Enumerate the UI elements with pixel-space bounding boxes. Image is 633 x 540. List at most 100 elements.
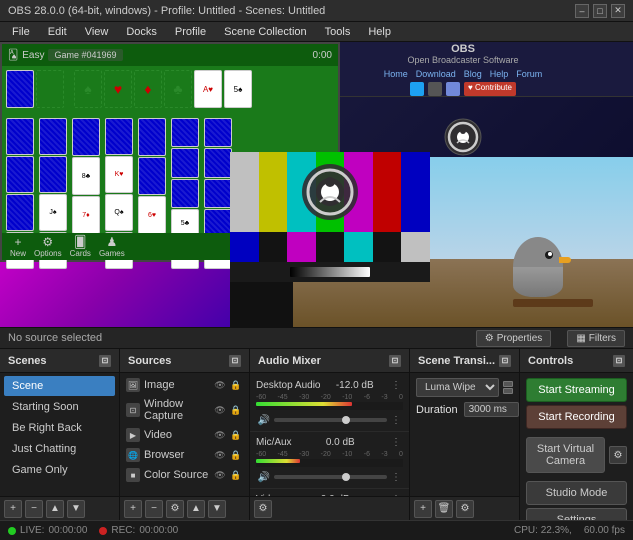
top-card-2[interactable]: 5♠ <box>224 70 252 108</box>
menu-item-docks[interactable]: Docks <box>118 24 165 40</box>
foundation-1[interactable]: ♠ <box>74 70 102 108</box>
sol-new-btn[interactable]: +New <box>10 235 26 258</box>
audio-track: Desktop Audio -12.0 dB ⋮ -60-45-30-20-10… <box>250 375 409 432</box>
source-lock-toggle[interactable]: 🔒 <box>229 428 243 442</box>
source-visibility-toggle[interactable]: 👁 <box>213 428 227 442</box>
start-virtual-camera-button[interactable]: Start Virtual Camera <box>526 437 605 473</box>
virtual-camera-settings-icon[interactable]: ⚙ <box>609 446 627 464</box>
remove-transition-button[interactable]: 🗑 <box>435 500 453 518</box>
source-lock-toggle[interactable]: 🔒 <box>229 378 243 392</box>
obs-nav-forum[interactable]: Forum <box>516 69 542 79</box>
source-item[interactable]: ▶ Video 👁 🔒 <box>120 425 249 445</box>
menu-item-view[interactable]: View <box>77 24 117 40</box>
audio-volume-slider[interactable] <box>274 475 387 479</box>
controls-panel: Controls ⊡ Start Streaming Start Recordi… <box>520 349 633 520</box>
add-scene-button[interactable]: + <box>4 500 22 518</box>
remove-scene-button[interactable]: − <box>25 500 43 518</box>
waste-pile[interactable] <box>36 70 64 108</box>
source-visibility-toggle[interactable]: 👁 <box>213 403 227 417</box>
foundation-4[interactable]: ♣ <box>164 70 192 108</box>
source-item[interactable]: 🌐 Browser 👁 🔒 <box>120 445 249 465</box>
add-source-button[interactable]: + <box>124 500 142 518</box>
menu-item-edit[interactable]: Edit <box>40 24 75 40</box>
settings-button[interactable]: Settings <box>526 508 627 520</box>
source-item[interactable]: ⊡ Window Capture 👁 🔒 <box>120 395 249 425</box>
audio-expand-icon[interactable]: ⊡ <box>389 355 401 367</box>
source-lock-toggle[interactable]: 🔒 <box>229 403 243 417</box>
live-label: LIVE: <box>20 525 44 536</box>
start-recording-button[interactable]: Start Recording <box>526 405 627 429</box>
menu-item-tools[interactable]: Tools <box>317 24 359 40</box>
transitions-expand-icon[interactable]: ⊡ <box>499 355 511 367</box>
transition-settings-button[interactable]: ⚙ <box>456 500 474 518</box>
move-scene-up-button[interactable]: ▲ <box>46 500 64 518</box>
stock-pile[interactable] <box>6 70 34 108</box>
start-streaming-button[interactable]: Start Streaming <box>526 378 627 402</box>
scene-item[interactable]: Just Chatting <box>4 439 115 459</box>
discord-icon <box>446 82 460 96</box>
move-source-down-button[interactable]: ▼ <box>208 500 226 518</box>
audio-mute-button[interactable]: 🔊 <box>256 469 272 485</box>
live-indicator: LIVE: 00:00:00 <box>8 525 87 536</box>
audio-track-menu[interactable]: ⋮ <box>389 378 403 392</box>
source-item[interactable]: 🖼 Image 👁 🔒 <box>120 375 249 395</box>
transition-select[interactable]: Luma Wipe Cut Fade Slide <box>416 378 499 397</box>
controls-expand-icon[interactable]: ⊡ <box>613 355 625 367</box>
minimize-button[interactable]: – <box>575 4 589 18</box>
obs-nav-blog[interactable]: Blog <box>464 69 482 79</box>
scene-item[interactable]: Starting Soon <box>4 397 115 417</box>
obs-nav-help[interactable]: Help <box>490 69 509 79</box>
add-transition-button[interactable]: + <box>414 500 432 518</box>
menu-item-profile[interactable]: Profile <box>167 24 214 40</box>
trans-down-arrow[interactable] <box>503 388 513 394</box>
audio-extra-menu[interactable]: ⋮ <box>389 413 403 427</box>
obs-nav-home[interactable]: Home <box>384 69 408 79</box>
sol-games-btn[interactable]: ♟Games <box>99 235 125 258</box>
contribute-btn[interactable]: ♥ Contribute <box>464 82 516 96</box>
duration-input[interactable] <box>464 402 519 417</box>
filters-button[interactable]: ▦ Filters <box>567 330 625 347</box>
remove-source-button[interactable]: − <box>145 500 163 518</box>
live-dot <box>8 527 16 535</box>
source-settings-button[interactable]: ⚙ <box>166 500 184 518</box>
audio-extra-menu[interactable]: ⋮ <box>389 470 403 484</box>
audio-mute-button[interactable]: 🔊 <box>256 412 272 428</box>
scene-item[interactable]: Be Right Back <box>4 418 115 438</box>
audio-volume-slider[interactable] <box>274 418 387 422</box>
move-scene-down-button[interactable]: ▼ <box>67 500 85 518</box>
audio-track: Video 0.0 dB ⋮ -60-45-30-20-10-6-30 🔊 ⋮ <box>250 489 409 496</box>
properties-button[interactable]: ⚙ Properties <box>476 330 552 347</box>
source-lock-toggle[interactable]: 🔒 <box>229 448 243 462</box>
close-button[interactable]: ✕ <box>611 4 625 18</box>
sol-options-btn[interactable]: ⚙Options <box>34 235 62 258</box>
sol-cards-btn[interactable]: 🂠Cards <box>70 235 91 258</box>
source-lock-toggle[interactable]: 🔒 <box>229 468 243 482</box>
maximize-button[interactable]: □ <box>593 4 607 18</box>
source-visibility-toggle[interactable]: 👁 <box>213 448 227 462</box>
studio-mode-button[interactable]: Studio Mode <box>526 481 627 505</box>
move-source-up-button[interactable]: ▲ <box>187 500 205 518</box>
foundation-3[interactable]: ♦ <box>134 70 162 108</box>
audio-panel: Audio Mixer ⊡ Desktop Audio -12.0 dB ⋮ -… <box>250 349 410 520</box>
menu-item-file[interactable]: File <box>4 24 38 40</box>
source-visibility-toggle[interactable]: 👁 <box>213 378 227 392</box>
source-visibility-toggle[interactable]: 👁 <box>213 468 227 482</box>
controls-title: Controls <box>528 355 573 367</box>
scenes-expand-icon[interactable]: ⊡ <box>99 355 111 367</box>
obs-logo-color-bars <box>300 162 360 225</box>
foundation-2[interactable]: ♥ <box>104 70 132 108</box>
scene-item[interactable]: Game Only <box>4 460 115 480</box>
sol-easy-label: Easy <box>22 50 44 61</box>
audio-track-menu[interactable]: ⋮ <box>389 435 403 449</box>
obs-nav-download[interactable]: Download <box>416 69 456 79</box>
sources-expand-icon[interactable]: ⊡ <box>229 355 241 367</box>
obs-logo-large <box>443 117 483 157</box>
source-item[interactable]: ■ Color Source 👁 🔒 <box>120 465 249 485</box>
top-card-1[interactable]: A♥ <box>194 70 222 108</box>
trans-up-arrow[interactable] <box>503 381 513 387</box>
menu-item-scene collection[interactable]: Scene Collection <box>216 24 315 40</box>
scene-item[interactable]: Scene <box>4 376 115 396</box>
scenes-title: Scenes <box>8 355 47 367</box>
audio-settings-button[interactable]: ⚙ <box>254 500 272 518</box>
menu-item-help[interactable]: Help <box>360 24 399 40</box>
